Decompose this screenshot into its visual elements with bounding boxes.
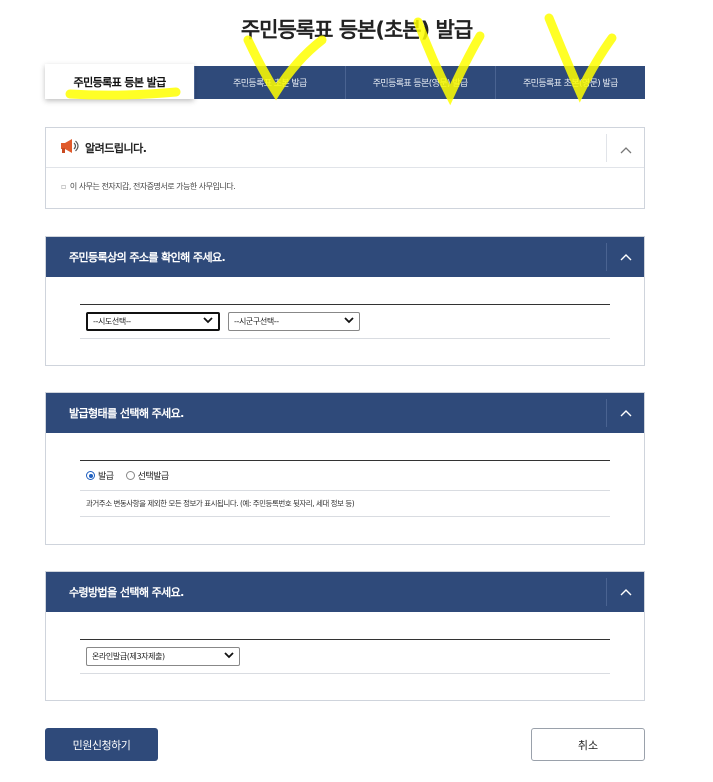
receipt-section-title: 수령방법을 선택해 주세요. (69, 586, 184, 599)
radio-issue-selective[interactable]: 선택발급 (125, 469, 170, 482)
receipt-method-select[interactable]: 온라인발급(제3자제출) (86, 647, 240, 666)
radio-issue-selective-label: 선택발급 (137, 472, 170, 482)
notice-title: 알려드립니다. (85, 141, 147, 155)
receipt-section-header: 수령방법을 선택해 주세요. (46, 572, 644, 612)
chevron-up-icon (620, 139, 632, 158)
address-form: --시도선택-- --시군구선택-- (80, 304, 610, 339)
radio-issue-full[interactable]: 발급 (86, 469, 114, 482)
megaphone-icon (59, 137, 79, 159)
receipt-form: 온라인발급(제3자제출) (80, 639, 610, 674)
tab-deungbon[interactable]: 주민등록표 등본 발급 (45, 64, 195, 99)
tab-deungbon-english[interactable]: 주민등록표 등본(영문) 발급 (344, 66, 495, 99)
notice-body: ▫ 이 사무는 전자지갑, 전자증명서로 가능한 사무입니다. (46, 168, 644, 192)
chevron-up-icon (620, 251, 632, 264)
issue-type-form: 발급 선택발급 과거주소 변동사항을 제외한 모든 정보가 표시됩니다. (예:… (80, 460, 610, 517)
tab-chobon-english[interactable]: 주민등록표 초본(영문) 발급 (494, 66, 645, 99)
page-title: 주민등록표 등본(초본) 발급 (240, 18, 473, 42)
issue-type-description: 과거주소 변동사항을 제외한 모든 정보가 표시됩니다. (예: 주민등록번호 … (86, 499, 355, 508)
radio-issue-full-label: 발급 (98, 472, 114, 482)
notice-text: 이 사무는 전자지갑, 전자증명서로 가능한 사무입니다. (69, 182, 236, 191)
address-select-row: --시도선택-- --시군구선택-- (80, 305, 610, 339)
issue-type-section-header: 발급형태를 선택해 주세요. (46, 393, 644, 433)
sido-select-value: --시도선택-- (93, 317, 131, 326)
receipt-section: 수령방법을 선택해 주세요. 온라인발급(제3자제출) (45, 571, 645, 701)
sigungu-select-value: --시군구선택-- (234, 317, 279, 326)
tab-bar: 주민등록표 등본 발급 주민등록표 초본 발급 주민등록표 등본(영문) 발급 … (45, 64, 645, 99)
chevron-down-icon (224, 652, 234, 661)
notice-collapse-button[interactable] (606, 134, 644, 162)
notice-panel: 알려드립니다. ▫ 이 사무는 전자지갑, 전자증명서로 가능한 사무입니다. (45, 127, 645, 209)
chevron-down-icon (203, 317, 213, 326)
address-section-title: 주민등록상의 주소를 확인해 주세요. (69, 251, 226, 264)
sido-select[interactable]: --시도선택-- (86, 312, 220, 331)
address-section-header: 주민등록상의 주소를 확인해 주세요. (46, 237, 644, 277)
bullet-icon: ▫ (61, 182, 66, 191)
receipt-select-row: 온라인발급(제3자제출) (80, 640, 610, 674)
tab-chobon[interactable]: 주민등록표 초본 발급 (194, 66, 344, 99)
chevron-up-icon (620, 586, 632, 599)
issue-type-description-row: 과거주소 변동사항을 제외한 모든 정보가 표시됩니다. (예: 주민등록번호 … (80, 491, 610, 517)
notice-header: 알려드립니다. (46, 128, 644, 168)
receipt-collapse-button[interactable] (606, 578, 644, 606)
address-section: 주민등록상의 주소를 확인해 주세요. --시도선택-- --시군구선택-- (45, 236, 645, 366)
sigungu-select[interactable]: --시군구선택-- (228, 312, 360, 331)
issue-type-radio-row: 발급 선택발급 (80, 461, 610, 491)
radio-issue-full-control[interactable] (86, 471, 95, 480)
radio-issue-selective-control[interactable] (125, 471, 135, 480)
issue-type-section-title: 발급형태를 선택해 주세요. (69, 407, 184, 420)
receipt-method-value: 온라인발급(제3자제출) (92, 652, 165, 661)
address-collapse-button[interactable] (606, 243, 644, 271)
issue-type-section: 발급형태를 선택해 주세요. 발급 선택발급 과거주소 변동사항을 제외한 모든… (45, 392, 645, 545)
chevron-down-icon (344, 317, 354, 326)
submit-button[interactable]: 민원신청하기 (45, 728, 158, 761)
chevron-up-icon (620, 407, 632, 420)
issue-type-collapse-button[interactable] (606, 399, 644, 427)
cancel-button[interactable]: 취소 (531, 728, 645, 761)
